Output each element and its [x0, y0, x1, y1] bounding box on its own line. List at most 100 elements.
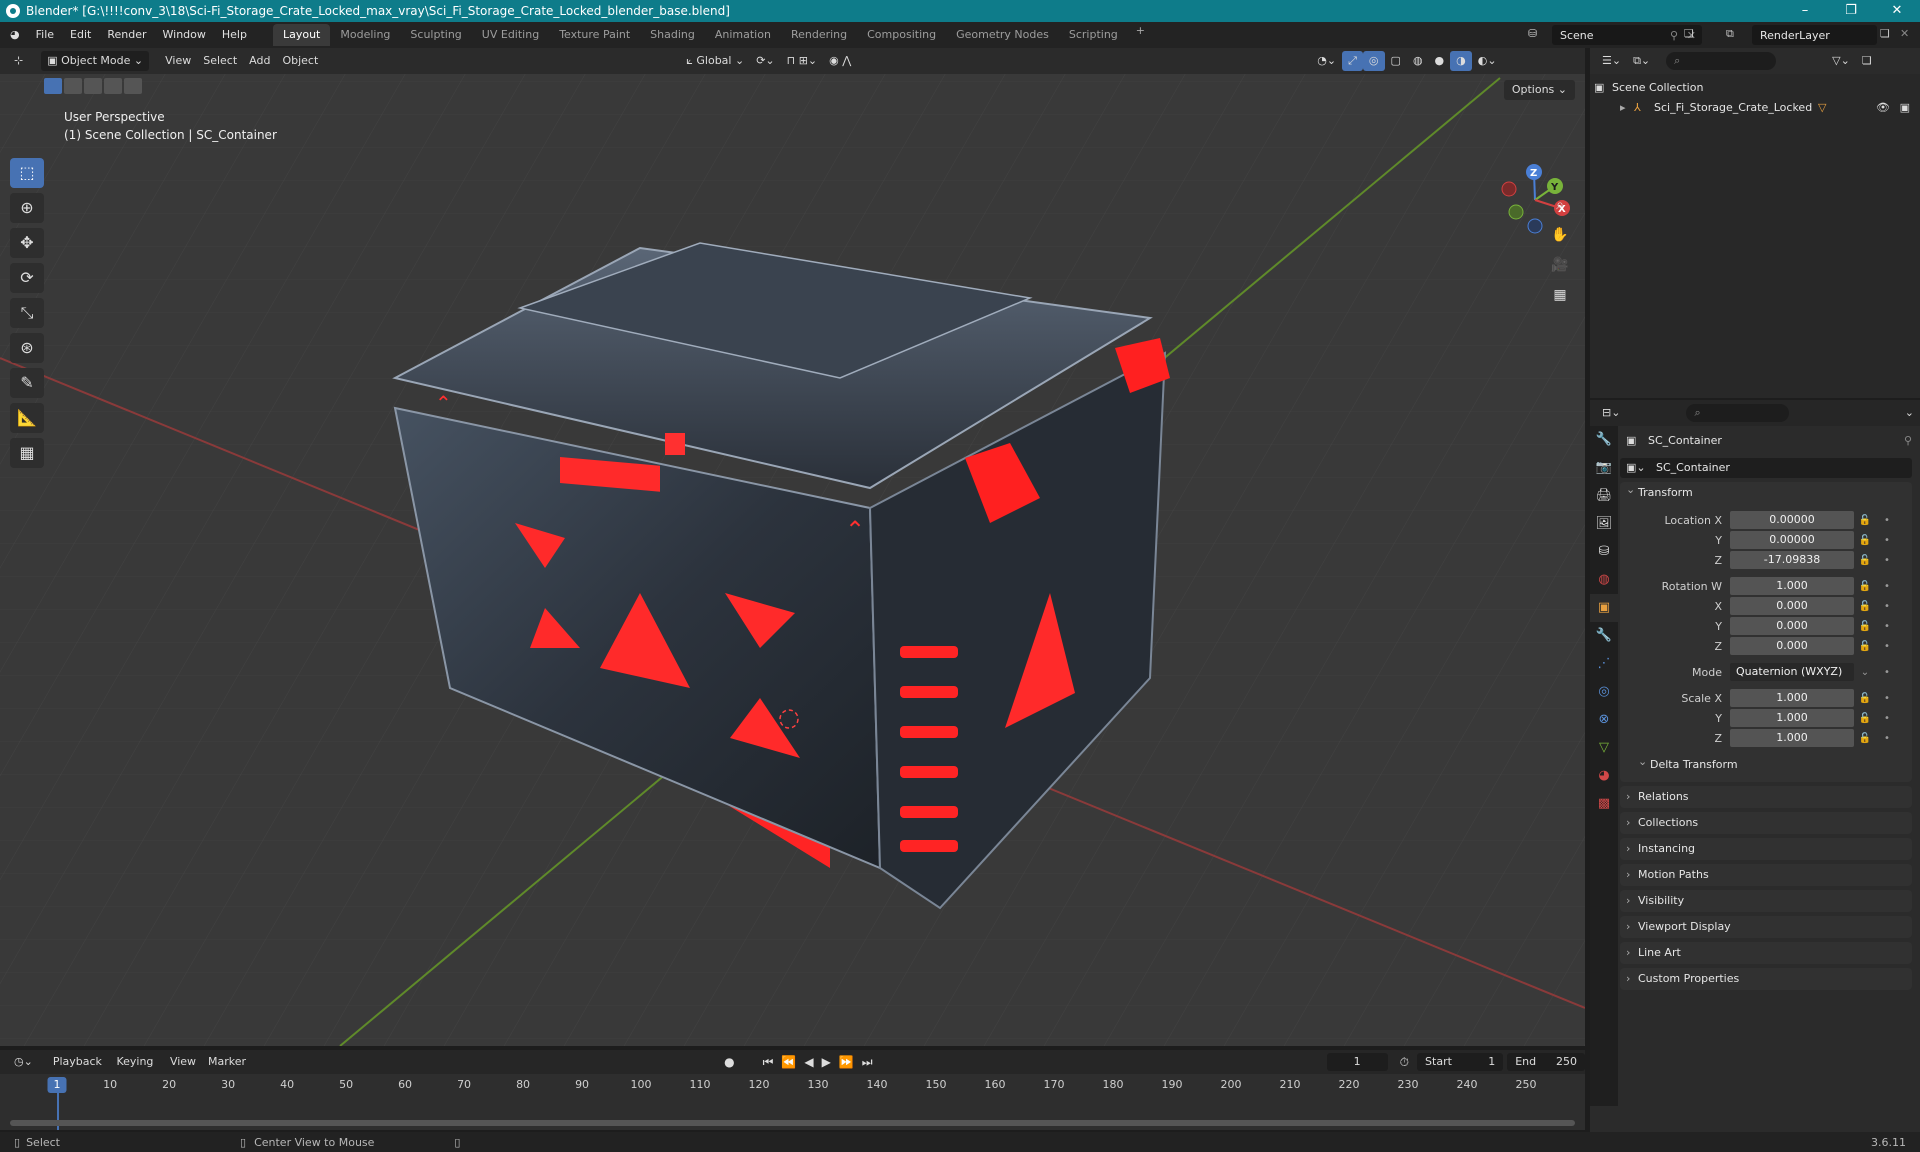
rotation-z-field[interactable]: 0.000	[1730, 637, 1854, 655]
visibility-icon[interactable]: ◔⌄	[1311, 51, 1342, 71]
solid-shading-icon[interactable]: ●	[1429, 51, 1451, 71]
transform-tool-icon[interactable]: ⊛	[10, 333, 44, 363]
transform-panel-header[interactable]: Transform	[1620, 479, 1912, 504]
editor-type-icon[interactable]: ⊹	[8, 51, 29, 71]
menu-window[interactable]: Window	[155, 22, 214, 48]
select-extend-icon[interactable]	[64, 78, 82, 94]
object-mode-dropdown[interactable]: ▣ Object Mode ⌄	[41, 51, 150, 71]
measure-tool-icon[interactable]: 📐	[10, 403, 44, 433]
scale-y-field[interactable]: 1.000	[1730, 709, 1854, 727]
viewport-scene[interactable]: ⌃ ⌃ Z Y X	[0, 48, 1585, 1046]
physics-tab-icon[interactable]: ◎	[1590, 678, 1618, 706]
scale-x-field[interactable]: 1.000	[1730, 689, 1854, 707]
texture-tab-icon[interactable]: ▩	[1590, 790, 1618, 818]
ortho-grid-icon[interactable]: ▦	[1547, 282, 1573, 308]
menu-edit[interactable]: Edit	[62, 22, 99, 48]
keyframe-dot-icon[interactable]: •	[1876, 601, 1898, 612]
play-reverse-icon[interactable]: ◀	[800, 1055, 817, 1069]
view-layer-icon[interactable]: ⧉	[1726, 27, 1734, 41]
rotation-w-field[interactable]: 1.000	[1730, 577, 1854, 595]
lock-icon[interactable]: 🔓	[1854, 733, 1876, 744]
keyframe-dot-icon[interactable]: •	[1876, 515, 1898, 526]
render-layer-selector[interactable]: RenderLayer	[1752, 25, 1877, 45]
pin-icon[interactable]: ⚲	[1670, 29, 1678, 42]
new-collection-icon[interactable]: ❏	[1856, 51, 1878, 71]
next-keyframe-icon[interactable]: ⏩	[835, 1055, 858, 1069]
display-mode-icon[interactable]: ⧉⌄	[1627, 51, 1656, 71]
material-shading-icon[interactable]: ◑	[1450, 51, 1472, 71]
menu-help[interactable]: Help	[214, 22, 255, 48]
tool-tab-icon[interactable]: 🔧	[1590, 426, 1618, 454]
timeline-ruler[interactable]: 1 10 20 30 40 50 60 70 80 90 100 110 120 130 140 150 160…	[0, 1074, 1585, 1130]
keyframe-dot-icon[interactable]: •	[1876, 667, 1898, 678]
menu-select[interactable]: Select	[197, 51, 243, 71]
lock-icon[interactable]: 🔓	[1854, 693, 1876, 704]
camera-view-icon[interactable]: 🎥	[1547, 252, 1573, 278]
outliner-scene-collection[interactable]: ▣ Scene Collection	[1590, 78, 1920, 98]
eye-icon[interactable]: 👁	[1876, 98, 1890, 118]
pivot-icon[interactable]: ⟳⌄	[750, 51, 780, 71]
lock-icon[interactable]: 🔓	[1854, 641, 1876, 652]
select-invert-icon[interactable]	[104, 78, 122, 94]
motion-paths-panel-header[interactable]: Motion Paths	[1620, 864, 1912, 886]
end-frame-field[interactable]: End 250	[1507, 1053, 1585, 1071]
snap-icon[interactable]: ⊓ ⊞⌄	[781, 51, 824, 71]
lock-icon[interactable]: 🔓	[1854, 601, 1876, 612]
line-art-panel-header[interactable]: Line Art	[1620, 942, 1912, 964]
menu-render[interactable]: Render	[99, 22, 154, 48]
instancing-panel-header[interactable]: Instancing	[1620, 838, 1912, 860]
expand-arrow-icon[interactable]: ▸	[1620, 98, 1626, 118]
scene-tab-icon[interactable]: ⛁	[1590, 538, 1618, 566]
jump-start-icon[interactable]: ⏮	[759, 1055, 778, 1070]
tab-layout[interactable]: Layout	[272, 24, 331, 46]
tab-modeling[interactable]: Modeling	[330, 24, 400, 46]
orientation-dropdown[interactable]: ⟀ Global ⌄	[680, 51, 750, 71]
relations-panel-header[interactable]: Relations	[1620, 786, 1912, 808]
scene-selector[interactable]: Scene ⚲ ✕	[1552, 25, 1702, 45]
menu-timeline-view[interactable]: View	[164, 1052, 202, 1072]
visibility-panel-header[interactable]: Visibility	[1620, 890, 1912, 912]
record-icon[interactable]: ●	[720, 1055, 738, 1069]
location-x-field[interactable]: 0.00000	[1730, 511, 1854, 529]
menu-add[interactable]: Add	[243, 51, 276, 71]
lock-icon[interactable]: 🔓	[1854, 581, 1876, 592]
gizmo-toggle-icon[interactable]: ⤢	[1342, 51, 1363, 71]
lock-icon[interactable]: 🔓	[1854, 535, 1876, 546]
overlay-toggle-icon[interactable]: ◎	[1362, 51, 1385, 71]
world-tab-icon[interactable]: ◍	[1590, 566, 1618, 594]
constraints-tab-icon[interactable]: ⊗	[1590, 706, 1618, 734]
outliner-editor-icon[interactable]: ☰⌄	[1596, 51, 1627, 71]
collections-panel-header[interactable]: Collections	[1620, 812, 1912, 834]
particles-tab-icon[interactable]: ⋰	[1590, 650, 1618, 678]
proportional-edit-icon[interactable]: ◉ ⋀	[823, 51, 857, 71]
3d-viewport[interactable]: ⌃ ⌃ Z Y X ⊹ ▣ Object Mode ⌄ View Select	[0, 48, 1585, 1046]
tab-scripting[interactable]: Scripting	[1059, 24, 1128, 46]
location-y-field[interactable]: 0.00000	[1730, 531, 1854, 549]
keyframe-dot-icon[interactable]: •	[1876, 555, 1898, 566]
material-tab-icon[interactable]: ◕	[1590, 762, 1618, 790]
keyframe-dot-icon[interactable]: •	[1876, 581, 1898, 592]
start-frame-field[interactable]: Start 1	[1417, 1053, 1504, 1071]
tab-geometry-nodes[interactable]: Geometry Nodes	[946, 24, 1059, 46]
view-layer-tab-icon[interactable]: 🖼	[1590, 510, 1618, 538]
scene-type-icon[interactable]: ⛁	[1528, 27, 1537, 40]
custom-properties-panel-header[interactable]: Custom Properties	[1620, 968, 1912, 990]
rotation-y-field[interactable]: 0.000	[1730, 617, 1854, 635]
tab-compositing[interactable]: Compositing	[857, 24, 946, 46]
pin-icon[interactable]: ⚲	[1904, 426, 1912, 456]
rendered-shading-icon[interactable]: ◐⌄	[1472, 51, 1503, 71]
select-box-tool-icon[interactable]: ⬚	[10, 158, 44, 188]
stopwatch-icon[interactable]: ⏱	[1396, 1055, 1413, 1070]
zoom-icon[interactable]: ⌕	[1547, 192, 1573, 218]
pan-hand-icon[interactable]: ✋	[1547, 222, 1573, 248]
object-data-tab-icon[interactable]: ▽	[1590, 734, 1618, 762]
keyframe-dot-icon[interactable]: •	[1876, 733, 1898, 744]
keyframe-dot-icon[interactable]: •	[1876, 535, 1898, 546]
menu-playback[interactable]: Playback ⌄	[47, 1052, 111, 1088]
add-cube-tool-icon[interactable]: ▦	[10, 438, 44, 468]
wireframe-shading-icon[interactable]: ◍	[1407, 51, 1429, 71]
cursor-tool-icon[interactable]: ⊕	[10, 193, 44, 223]
select-subtract-icon[interactable]	[84, 78, 102, 94]
current-frame-field[interactable]: 1	[1326, 1053, 1388, 1071]
camera-render-icon[interactable]: ▣	[1900, 98, 1910, 118]
